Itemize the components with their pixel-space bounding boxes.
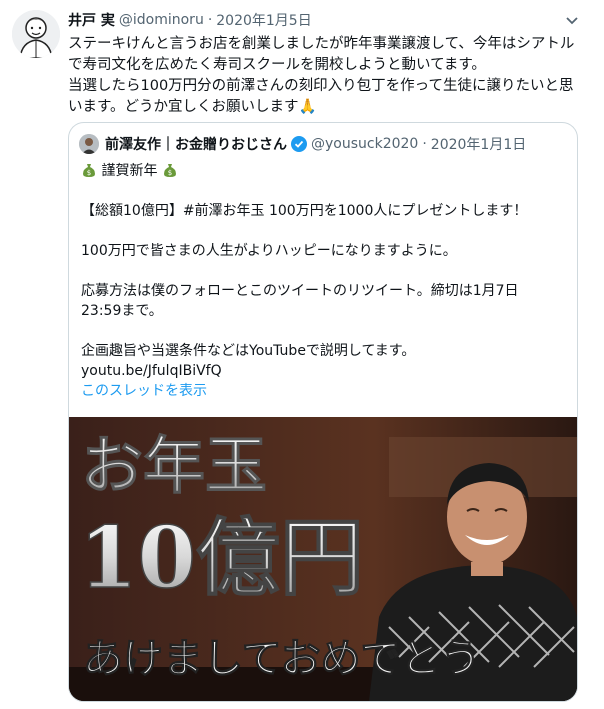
show-thread-link[interactable]: このスレッドを表示	[81, 381, 567, 401]
deadline-line: 23:59まで。	[81, 303, 163, 319]
money-bag-icon: $	[83, 164, 95, 177]
handle[interactable]: @idominoru	[119, 12, 204, 28]
image-title-3: あけましておめでとう	[83, 635, 481, 682]
announcement-line: 【総額10億円】#前澤お年玉 100万円を1000人にプレゼントします！	[81, 203, 528, 219]
quoted-tweet[interactable]: 前澤友作｜お金贈りおじさん @yousuck2020 · 2020年1月1日 $…	[68, 122, 578, 702]
separator-dot: ·	[207, 12, 213, 28]
quoted-handle[interactable]: @yousuck2020	[311, 136, 418, 152]
display-name[interactable]: 井戸 実	[68, 10, 115, 30]
method-line: 応募方法は僕のフォローとこのツイートのリツイート。締切は1月7日	[81, 283, 519, 299]
quoted-text: $ 謹賀新年 $ 【総額10億円】#前澤お年玉 100万円を1000人にプレゼン…	[81, 161, 567, 401]
quoted-display-name[interactable]: 前澤友作｜お金贈りおじさん	[105, 134, 287, 154]
user-avatar[interactable]	[12, 10, 60, 58]
tweet-header: 井戸 実 @idominoru · 2020年1月5日	[68, 10, 564, 30]
chevron-down-icon[interactable]	[562, 10, 582, 30]
image-title-2: 10億円	[79, 508, 364, 607]
quoted-image[interactable]: お年玉 10億円 あけましておめでとう	[69, 417, 577, 701]
explanation-line: 企画趣旨や当選条件などはYouTubeで説明してます。	[81, 343, 416, 359]
tweet-body: ステーキけんと言うお店を創業しましたが昨年事業譲渡して、今年はシアトルで寿司文化…	[68, 36, 575, 115]
quoted-header: 前澤友作｜お金贈りおじさん @yousuck2020 · 2020年1月1日	[79, 133, 567, 155]
separator-dot: ·	[422, 136, 427, 152]
tweet-date[interactable]: 2020年1月5日	[216, 10, 311, 30]
pray-emoji: 🙏	[298, 99, 317, 115]
svg-text:$: $	[168, 169, 172, 177]
youtube-link[interactable]: youtu.be/JfulqIBiVfQ	[81, 361, 567, 381]
quoted-avatar[interactable]	[79, 134, 99, 154]
greeting-text: 謹賀新年	[101, 163, 158, 179]
tweet-text: ステーキけんと言うお店を創業しましたが昨年事業譲渡して、今年はシアトルで寿司文化…	[68, 34, 580, 118]
wish-line: 100万円で皆さまの人生がよりハッピーになりますように。	[81, 243, 457, 259]
image-title-1: お年玉	[81, 429, 267, 502]
quoted-date[interactable]: 2020年1月1日	[431, 134, 526, 154]
greeting-line: $ 謹賀新年 $	[81, 161, 567, 181]
money-bag-icon: $	[163, 164, 176, 177]
svg-text:$: $	[87, 169, 91, 177]
verified-badge-icon	[291, 136, 307, 152]
